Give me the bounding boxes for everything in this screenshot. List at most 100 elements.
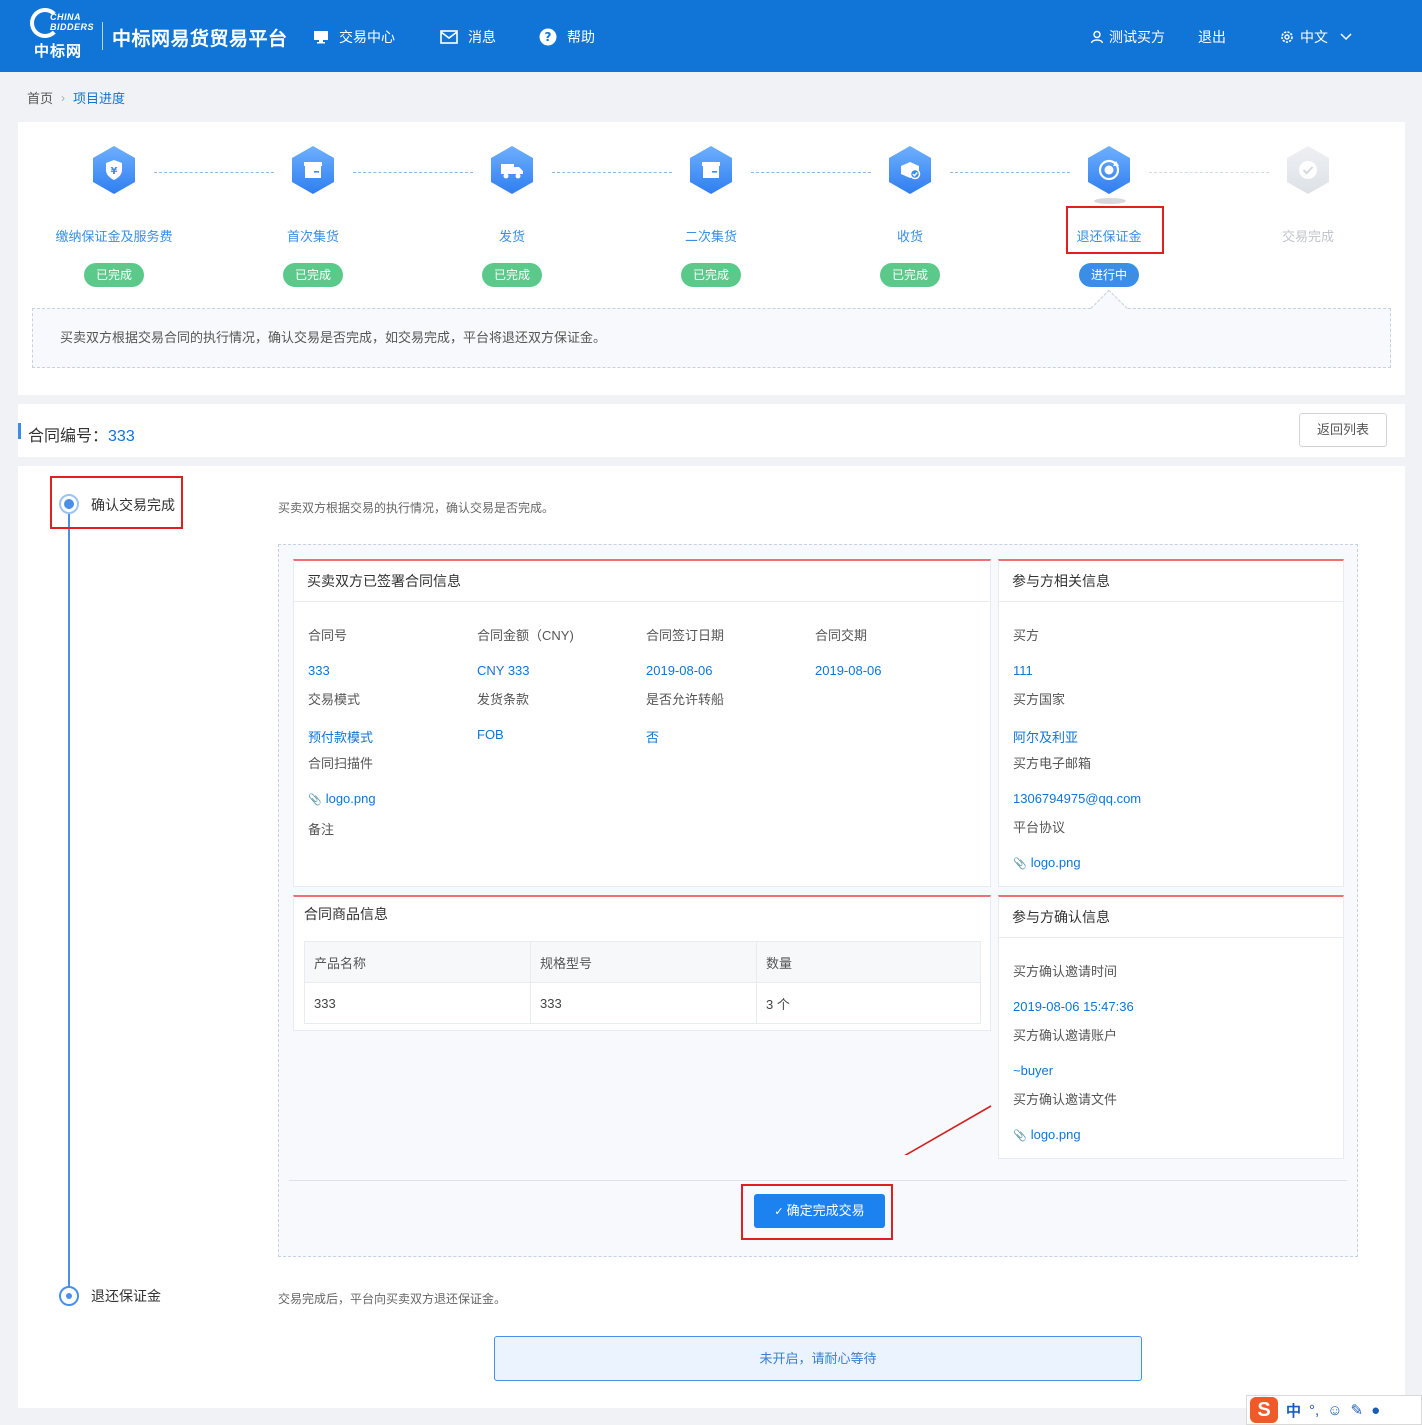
field-contract-no: 合同号 333	[308, 625, 347, 678]
top-header: CHINA BIDDERS 中标网 中标网易货贸易平台 交易中心 消息 ? 帮助…	[0, 0, 1422, 72]
sogou-logo-icon: S	[1250, 1397, 1278, 1423]
step-label: 二次集货	[684, 229, 737, 244]
field-scan: 合同扫描件 logo.png	[308, 753, 376, 806]
status-badge: 已完成	[879, 263, 940, 287]
contract-info-card: 买卖双方已签署合同信息 合同号 333 合同金额（CNY) CNY 333 合同签订…	[293, 559, 991, 887]
status-badge: 已完成	[680, 263, 741, 287]
field-label: 买方确认邀请文件	[1013, 1092, 1118, 1107]
ime-language[interactable]: 中	[1286, 1400, 1301, 1421]
svg-text:?: ?	[545, 30, 552, 44]
field-value: 1306794975@qq.com	[1013, 791, 1142, 806]
nav-help[interactable]: ? 帮助	[539, 27, 595, 47]
goods-table: 产品名称 规格型号 数量 333 333 3 个	[304, 941, 981, 1024]
timeline-line	[68, 514, 70, 1294]
table-cell: 333	[530, 982, 757, 1024]
status-badge: 已完成	[481, 263, 542, 287]
emoji-icon[interactable]: ☺	[1327, 1402, 1342, 1419]
goods-info-card: 合同商品信息 产品名称 规格型号 数量 333 333 3 个	[293, 895, 991, 1031]
contract-label: 合同编号：	[28, 428, 109, 445]
card-title: 合同商品信息	[304, 906, 388, 922]
field-sign-date: 合同签订日期 2019-08-06	[646, 625, 724, 678]
user-icon	[1090, 30, 1104, 44]
nav-messages[interactable]: 消息	[440, 27, 496, 47]
language-select[interactable]: 中文	[1280, 27, 1352, 47]
field-label: 合同扫描件	[308, 756, 374, 771]
field-mode: 交易模式 预付款模式	[308, 689, 373, 746]
card-title: 买卖双方已签署合同信息	[294, 561, 990, 602]
contract-number: 333	[108, 428, 135, 445]
field-label: 买方确认邀请账户	[1013, 1028, 1118, 1043]
field-label: 备注	[308, 822, 335, 837]
column-header: 产品名称	[304, 941, 531, 983]
check-circle-icon	[1287, 146, 1329, 194]
svg-text:¥: ¥	[111, 166, 118, 177]
nav-trading-center[interactable]: 交易中心	[313, 27, 395, 47]
step-deposit: ¥ 缴纳保证金及服务费 已完成	[24, 146, 204, 287]
field-label: 合同金额（CNY)	[477, 628, 574, 643]
attachment-link[interactable]: logo.png	[1013, 1127, 1117, 1142]
attachment-link[interactable]: logo.png	[308, 791, 376, 806]
confirm-info-card: 参与方确认信息 买方确认邀请时间 2019-08-06 15:47:36 买方确认…	[998, 895, 1344, 1159]
step-label: 收货	[896, 229, 923, 244]
table-cell: 333	[304, 982, 531, 1024]
ime-toolbar[interactable]: S 中 °, ☺ ✎ ●	[1246, 1395, 1422, 1425]
microphone-icon[interactable]: ●	[1371, 1402, 1380, 1419]
mail-icon	[440, 30, 458, 44]
help-icon: ?	[539, 28, 557, 46]
contract-header: 合同编号：333 返回列表	[18, 404, 1405, 457]
field-value: 2019-08-06	[815, 663, 882, 678]
table-row: 333 333 3 个	[304, 982, 981, 1024]
chevron-right-icon: ›	[61, 90, 66, 105]
nav-label: 消息	[468, 29, 496, 45]
step-second-collection: 二次集货 已完成	[621, 146, 801, 287]
field-delivery: 合同交期 2019-08-06	[815, 625, 882, 678]
ime-punctuation[interactable]: °,	[1309, 1402, 1319, 1419]
step-description-text: 买卖双方根据交易合同的执行情况，确认交易是否完成，如交易完成，平台将退还双方保证…	[60, 330, 607, 345]
stage1-content: 买卖双方已签署合同信息 合同号 333 合同金额（CNY) CNY 333 合同签订…	[278, 544, 1358, 1257]
field-value: 111	[1013, 663, 1033, 678]
step-receiving: 收货 已完成	[820, 146, 1000, 287]
column-header: 数量	[756, 941, 981, 983]
field-remark: 备注	[308, 819, 334, 838]
confirm-complete-button[interactable]: ✓ 确定完成交易	[754, 1194, 885, 1228]
logo-divider	[102, 22, 103, 50]
field-value: FOB	[477, 727, 504, 742]
gear-icon	[1281, 31, 1293, 43]
logo-cn: 中标网	[34, 43, 83, 60]
field-label: 买方电子邮箱	[1013, 756, 1092, 771]
field-label: 合同号	[308, 628, 348, 643]
logo[interactable]: CHINA BIDDERS 中标网	[28, 8, 98, 62]
pen-icon[interactable]: ✎	[1351, 1401, 1364, 1419]
annotation-arrow	[904, 1105, 992, 1155]
field-terms: 发货条款 FOB	[477, 689, 529, 742]
field-country: 买方国家 阿尔及利亚	[1013, 689, 1078, 746]
field-value: 2019-08-06	[646, 663, 713, 678]
user-menu[interactable]: 测试买方	[1090, 27, 1165, 47]
user-name: 测试买方	[1109, 29, 1165, 45]
field-label: 是否允许转船	[646, 692, 725, 707]
shield-yen-icon: ¥	[93, 146, 135, 194]
field-label: 平台协议	[1013, 820, 1066, 835]
section-divider	[289, 1180, 1347, 1181]
box-icon	[690, 146, 732, 194]
timeline-dot-pending	[59, 1286, 79, 1306]
field-label: 交易模式	[308, 692, 361, 707]
breadcrumb-home[interactable]: 首页	[27, 88, 53, 107]
truck-icon	[491, 146, 533, 194]
step-label: 发货	[498, 229, 525, 244]
logout-link[interactable]: 退出	[1198, 27, 1226, 47]
back-to-list-button[interactable]: 返回列表	[1299, 413, 1387, 447]
progress-detail-panel: 确认交易完成 买卖双方根据交易的执行情况，确认交易是否完成。 买卖双方已签署合同…	[18, 466, 1405, 1408]
waiting-notice: 未开启，请耐心等待	[494, 1336, 1142, 1381]
highlight-box	[1066, 206, 1164, 254]
refund-icon	[1088, 146, 1130, 194]
field-label: 买方国家	[1013, 692, 1066, 707]
field-value: 2019-08-06 15:47:36	[1013, 999, 1134, 1014]
attachment-link[interactable]: logo.png	[1013, 855, 1081, 870]
highlight-box	[50, 476, 183, 529]
field-value: CNY 333	[477, 663, 530, 678]
field-value: 否	[646, 730, 660, 745]
status-badge: 已完成	[282, 263, 343, 287]
field-buyer: 买方 111	[1013, 625, 1039, 678]
breadcrumb: 首页 › 项目进度	[27, 88, 125, 107]
